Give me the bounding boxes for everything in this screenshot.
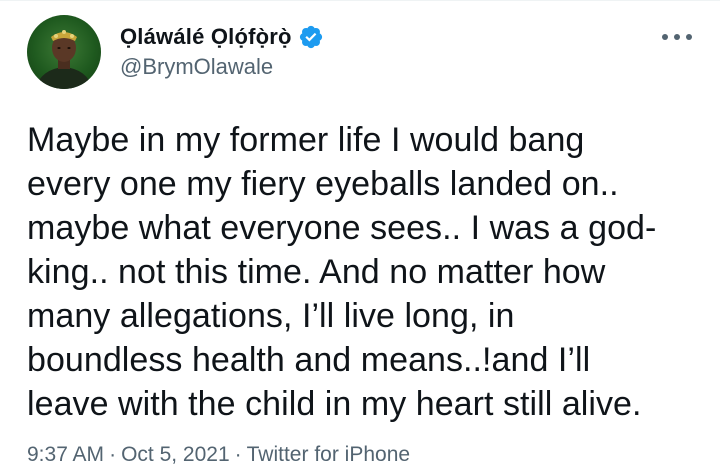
more-options-icon[interactable] — [662, 25, 692, 49]
top-divider — [0, 0, 720, 1]
verified-badge-icon — [298, 24, 324, 50]
tweet-text: Maybe in my former life I would bang eve… — [27, 121, 657, 423]
more-dot — [686, 34, 692, 40]
meta-separator: · — [234, 443, 242, 466]
tweet-author: Ọláwálé Ọlọ́fọ̀rọ̀ @BrymOlawale — [120, 22, 324, 80]
more-dot — [674, 34, 680, 40]
tweet-date-link[interactable]: Oct 5, 2021 — [121, 443, 230, 466]
tweet-meta: 9:37 AM · Oct 5, 2021 · Twitter for iPhone — [27, 443, 410, 467]
tweet-source-link[interactable]: Twitter for iPhone — [247, 443, 410, 466]
tweet-date: Oct 5, 2021 — [121, 443, 230, 466]
tweet-time: 9:37 AM — [27, 443, 105, 466]
tweet-time-link[interactable]: 9:37 AM — [27, 443, 104, 466]
author-handle[interactable]: @BrymOlawale — [120, 54, 324, 80]
more-dot — [662, 34, 668, 40]
tweet-source: Twitter for iPhone — [246, 443, 411, 466]
meta-separator: · — [109, 443, 117, 466]
author-display-name[interactable]: Ọláwálé Ọlọ́fọ̀rọ̀ — [120, 24, 292, 50]
author-name-row: Ọláwálé Ọlọ́fọ̀rọ̀ — [120, 22, 324, 52]
avatar[interactable] — [27, 15, 101, 89]
